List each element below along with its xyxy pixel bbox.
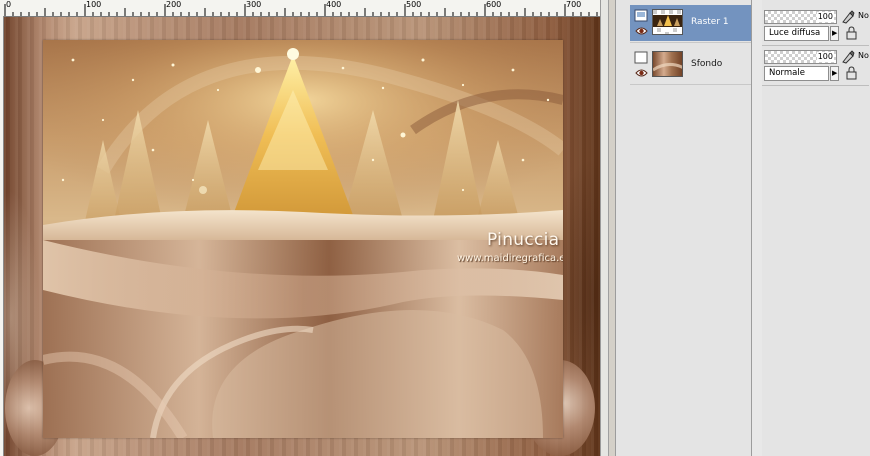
layer-name-sfondo[interactable]: Sfondo — [691, 59, 722, 69]
ruler-label-300: 300 — [246, 0, 262, 9]
layer-list: Raster 1 Sfondo — [616, 0, 758, 456]
layer-props-sfondo: 100 No Normale ▶ — [764, 48, 870, 84]
layer-divider — [630, 42, 758, 43]
palette-grip[interactable] — [609, 0, 616, 456]
lock-icon[interactable] — [844, 26, 858, 40]
ruler-label-500: 500 — [406, 0, 422, 9]
props-divider — [762, 45, 869, 46]
layer-properties-column: 100 No Luce diffusa ▶ 100 No Normale ▶ — [762, 0, 870, 456]
layers-palette: Raster 1 Sfondo 100 No Luce diffusa ▶ 10… — [608, 0, 870, 456]
eye-icon[interactable] — [635, 26, 648, 36]
vertical-scrollbar[interactable] — [600, 0, 608, 456]
arrow-right-icon: ▶ — [832, 69, 838, 77]
image-canvas-area[interactable]: Pinuccia www.maidiregrafica.eu 0 100 200… — [0, 0, 608, 456]
eye-icon[interactable] — [635, 68, 648, 78]
layer-props-raster-1: 100 No Luce diffusa ▶ — [764, 8, 870, 44]
raster-layer-icon — [634, 51, 648, 64]
props-divider — [762, 85, 869, 86]
brush-icon[interactable] — [841, 10, 855, 24]
truncated-column-text: No — [858, 11, 869, 20]
ruler-label-600: 600 — [486, 0, 502, 9]
arrow-right-icon: ▶ — [832, 29, 838, 37]
blend-mode-select[interactable]: Luce diffusa — [764, 26, 829, 41]
opacity-value: 100 — [816, 12, 834, 22]
christmas-artwork: Pinuccia www.maidiregrafica.eu — [43, 40, 563, 438]
opacity-value: 100 — [816, 52, 834, 62]
truncated-column-text: No — [858, 51, 869, 60]
watermark-url: www.maidiregrafica.eu — [457, 253, 563, 264]
ruler-label-200: 200 — [166, 0, 182, 9]
blend-mode-arrow[interactable]: ▶ — [830, 26, 839, 41]
layer-thumbnail — [652, 51, 683, 77]
raster-layer-icon — [634, 9, 648, 22]
layer-row-raster-1[interactable]: Raster 1 — [630, 5, 758, 41]
horizontal-ruler: 0 100 200 300 400 500 600 700 — [0, 0, 608, 17]
opacity-slider[interactable]: 100 — [764, 10, 837, 24]
brush-icon[interactable] — [841, 50, 855, 64]
blend-mode-select[interactable]: Normale — [764, 66, 829, 81]
layer-name-raster-1[interactable]: Raster 1 — [691, 17, 729, 27]
layer-divider — [630, 84, 758, 85]
layer-row-sfondo[interactable]: Sfondo — [630, 47, 758, 83]
ruler-label-0: 0 — [6, 0, 12, 9]
blend-mode-arrow[interactable]: ▶ — [830, 66, 839, 81]
layer-thumbnail — [652, 9, 683, 35]
watermark-name: Pinuccia — [487, 230, 560, 250]
artwork-scene — [43, 40, 563, 438]
lock-icon[interactable] — [844, 66, 858, 80]
opacity-slider[interactable]: 100 — [764, 50, 837, 64]
ruler-label-400: 400 — [326, 0, 342, 9]
vertical-ruler — [0, 16, 4, 456]
ruler-label-700: 700 — [566, 0, 582, 9]
ruler-label-100: 100 — [86, 0, 102, 9]
